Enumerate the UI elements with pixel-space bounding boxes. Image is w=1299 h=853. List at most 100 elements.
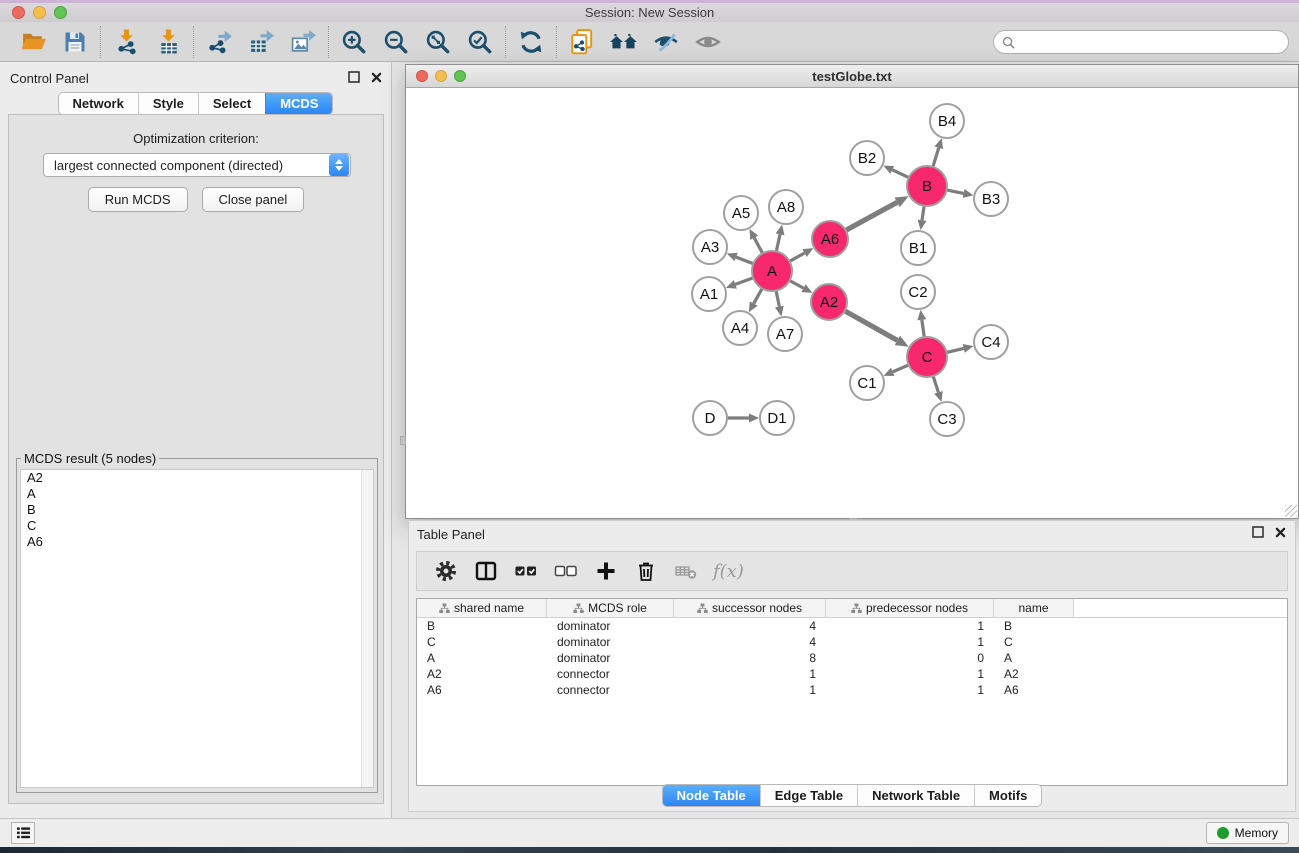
- zoom-fit-button[interactable]: [417, 24, 459, 60]
- vertical-scroll-thumb[interactable]: [400, 436, 406, 445]
- table-cell: dominator: [547, 618, 674, 634]
- graph-edge[interactable]: [892, 170, 910, 179]
- zoom-out-icon: [382, 28, 410, 56]
- close-table-panel-button[interactable]: [1273, 525, 1287, 539]
- result-item[interactable]: A2: [21, 470, 373, 486]
- tab-node-table[interactable]: Node Table: [663, 785, 760, 806]
- float-panel-button[interactable]: [347, 70, 361, 84]
- tab-network[interactable]: Network: [59, 93, 138, 114]
- column-type-icon: [697, 603, 708, 614]
- table-row[interactable]: A2connector11A2: [417, 666, 1287, 682]
- graph-edge[interactable]: [735, 277, 755, 284]
- delete-column-button[interactable]: [629, 555, 663, 587]
- result-item[interactable]: A: [21, 486, 373, 502]
- task-history-button[interactable]: [11, 822, 35, 844]
- graph-node-label: D: [705, 410, 716, 427]
- export-table-button[interactable]: [240, 24, 282, 60]
- graph-node-label: A5: [732, 205, 750, 222]
- run-mcds-button[interactable]: Run MCDS: [88, 187, 188, 212]
- column-header[interactable]: predecessor nodes: [826, 599, 994, 617]
- graph-node-label: A3: [701, 239, 719, 256]
- refresh-icon: [517, 28, 545, 56]
- zoom-out-button[interactable]: [375, 24, 417, 60]
- network-window-title: testGlobe.txt: [406, 69, 1298, 84]
- export-network-button[interactable]: [198, 24, 240, 60]
- export-image-button[interactable]: [282, 24, 324, 60]
- add-column-button[interactable]: [589, 555, 623, 587]
- edge-arrowhead-icon: [749, 414, 759, 423]
- import-table-button[interactable]: [147, 24, 189, 60]
- table-cell: 8: [674, 650, 826, 666]
- tab-motifs[interactable]: Motifs: [974, 785, 1041, 806]
- table-cell: A6: [417, 682, 547, 698]
- table-cell: 0: [826, 650, 994, 666]
- zoom-selected-button[interactable]: [459, 24, 501, 60]
- graph-edge[interactable]: [932, 148, 938, 169]
- show-all-icon: [694, 28, 722, 56]
- result-item[interactable]: C: [21, 518, 373, 534]
- resize-grip-icon[interactable]: [1285, 505, 1297, 517]
- delete-table-button[interactable]: [669, 555, 703, 587]
- control-panel-title: Control Panel: [10, 71, 89, 86]
- settings-gear-icon: [434, 559, 458, 583]
- close-panel-button-2[interactable]: Close panel: [202, 187, 305, 212]
- column-header[interactable]: name: [994, 599, 1074, 617]
- graph-node-label: B2: [858, 150, 876, 167]
- toolbar-separator: [556, 26, 557, 58]
- table-settings-button[interactable]: [429, 555, 463, 587]
- graph-edge[interactable]: [736, 257, 755, 264]
- hide-selected-icon: [652, 28, 680, 56]
- result-item[interactable]: A6: [21, 534, 373, 550]
- network-graph[interactable]: B4B2BB3A5A8A6A3B1AC2A1A2A4A7C4CC1C3DD1: [406, 88, 1298, 517]
- table-row[interactable]: Cdominator41C: [417, 634, 1287, 650]
- network-canvas[interactable]: B4B2BB3A5A8A6A3B1AC2A1A2A4A7C4CC1C3DD1: [406, 88, 1298, 518]
- table-cell: A: [994, 650, 1074, 666]
- close-panel-button[interactable]: [369, 70, 383, 84]
- graph-edge[interactable]: [844, 202, 897, 231]
- hide-selected-button[interactable]: [645, 24, 687, 60]
- import-network-button[interactable]: [105, 24, 147, 60]
- select-all-button[interactable]: [509, 555, 543, 587]
- result-item[interactable]: B: [21, 502, 373, 518]
- function-builder-icon[interactable]: f(x): [713, 561, 744, 582]
- graph-edge[interactable]: [843, 310, 897, 341]
- main-toolbar: [0, 22, 1299, 62]
- tab-mcds[interactable]: MCDS: [265, 93, 332, 114]
- result-scrollbar[interactable]: [361, 470, 373, 787]
- mcds-result-list[interactable]: A2ABCA6: [20, 469, 374, 788]
- table-cell: A2: [994, 666, 1074, 682]
- network-window-titlebar[interactable]: testGlobe.txt: [406, 65, 1298, 88]
- column-header[interactable]: MCDS role: [547, 599, 674, 617]
- show-all-button[interactable]: [687, 24, 729, 60]
- duplicate-network-button[interactable]: [561, 24, 603, 60]
- column-header[interactable]: successor nodes: [674, 599, 826, 617]
- edge-arrowhead-icon: [726, 280, 737, 288]
- tab-edge-table[interactable]: Edge Table: [760, 785, 857, 806]
- tab-style[interactable]: Style: [138, 93, 198, 114]
- edge-arrowhead-icon: [776, 225, 785, 236]
- tab-network-table[interactable]: Network Table: [857, 785, 974, 806]
- deselect-all-button[interactable]: [549, 555, 583, 587]
- refresh-button[interactable]: [510, 24, 552, 60]
- first-neighbors-button[interactable]: [603, 24, 645, 60]
- open-file-button[interactable]: [12, 24, 54, 60]
- search-field[interactable]: [993, 30, 1289, 54]
- graph-node-label: C3: [937, 411, 956, 428]
- table-row[interactable]: Bdominator41B: [417, 618, 1287, 634]
- search-input[interactable]: [1020, 32, 1288, 52]
- tab-select[interactable]: Select: [198, 93, 265, 114]
- criterion-dropdown[interactable]: largest connected component (directed): [43, 153, 351, 177]
- column-header[interactable]: shared name: [417, 599, 547, 617]
- export-table-icon: [248, 28, 275, 55]
- save-session-button[interactable]: [54, 24, 96, 60]
- table-cell: B: [417, 618, 547, 634]
- zoom-in-button[interactable]: [333, 24, 375, 60]
- memory-button[interactable]: Memory: [1206, 822, 1289, 844]
- show-columns-button[interactable]: [469, 555, 503, 587]
- table-row[interactable]: Adominator80A: [417, 650, 1287, 666]
- table-row[interactable]: A6connector11A6: [417, 682, 1287, 698]
- float-table-panel-button[interactable]: [1251, 525, 1265, 539]
- zoom-in-icon: [340, 28, 368, 56]
- table-cell: B: [994, 618, 1074, 634]
- table-cell: 1: [674, 666, 826, 682]
